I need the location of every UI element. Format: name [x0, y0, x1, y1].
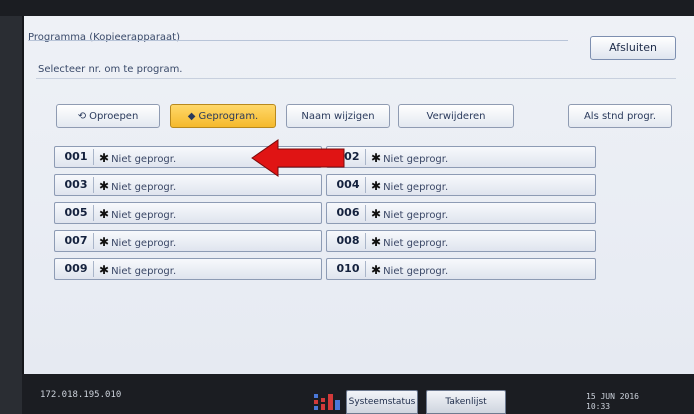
recall-button-label: Oproepen — [89, 111, 139, 122]
program-number: 006 — [331, 205, 366, 221]
recall-icon: ⟲ — [77, 111, 87, 122]
instruction-text: Selecteer nr. om te program. — [38, 64, 183, 75]
program-label: Niet geprogr. — [383, 182, 449, 193]
program-number: 001 — [59, 149, 94, 165]
title-divider — [28, 40, 568, 41]
program-number: 008 — [331, 233, 366, 249]
program-slot-005[interactable]: 005 ✱ Niet geprogr. — [54, 202, 322, 224]
unprogrammed-star-icon: ✱ — [371, 179, 382, 193]
time-text: 10:33 — [586, 402, 611, 411]
job-list-button[interactable]: Takenlijst — [426, 390, 506, 414]
window-title: Programma (Kopieerapparaat) — [28, 32, 181, 43]
program-label: Niet geprogr. — [111, 210, 177, 221]
program-label: Niet geprogr. — [111, 154, 177, 165]
ip-address: 172.018.195.010 — [40, 390, 122, 400]
program-slot-004[interactable]: 004 ✱ Niet geprogr. — [326, 174, 596, 196]
system-status-indicator-icon — [314, 394, 340, 410]
unprogrammed-star-icon: ✱ — [99, 207, 110, 221]
program-number: 003 — [59, 177, 94, 193]
program-label: Niet geprogr. — [111, 182, 177, 193]
program-icon: ◆ — [187, 111, 196, 122]
unprogrammed-star-icon: ✱ — [99, 151, 110, 165]
program-number: 007 — [59, 233, 94, 249]
program-button-label: Geprogram. — [198, 111, 259, 122]
close-button[interactable]: Afsluiten — [590, 36, 676, 60]
system-status-button[interactable]: Systeemstatus — [346, 390, 418, 414]
unprogrammed-star-icon: ✱ — [371, 151, 382, 165]
recall-button[interactable]: ⟲ Oproepen — [56, 104, 160, 128]
clock: 15 JUN 2016 10:33 — [586, 392, 639, 412]
program-number: 009 — [59, 261, 94, 277]
red-pointer-arrow-icon — [251, 139, 345, 177]
program-slot-002[interactable]: 002 ✱ Niet geprogr. — [326, 146, 596, 168]
set-default-button[interactable]: Als stnd progr. — [568, 104, 672, 128]
rename-button-label: Naam wijzigen — [301, 111, 375, 122]
delete-button[interactable]: Verwijderen — [398, 104, 514, 128]
program-label: Niet geprogr. — [111, 266, 177, 277]
date-text: 15 JUN 2016 — [586, 392, 639, 401]
program-slot-008[interactable]: 008 ✱ Niet geprogr. — [326, 230, 596, 252]
program-slot-009[interactable]: 009 ✱ Niet geprogr. — [54, 258, 322, 280]
program-label: Niet geprogr. — [111, 238, 177, 249]
program-label: Niet geprogr. — [383, 210, 449, 221]
instruction-divider — [36, 78, 676, 79]
delete-button-label: Verwijderen — [426, 111, 486, 122]
program-slot-006[interactable]: 006 ✱ Niet geprogr. — [326, 202, 596, 224]
unprogrammed-star-icon: ✱ — [371, 235, 382, 249]
program-button[interactable]: ◆ Geprogram. — [170, 104, 276, 128]
program-number: 005 — [59, 205, 94, 221]
program-label: Niet geprogr. — [383, 154, 449, 165]
program-label: Niet geprogr. — [383, 266, 449, 277]
set-default-button-label: Als stnd progr. — [583, 111, 657, 122]
device-bezel-top — [0, 0, 694, 16]
unprogrammed-star-icon: ✱ — [99, 263, 110, 277]
unprogrammed-star-icon: ✱ — [99, 179, 110, 193]
program-label: Niet geprogr. — [383, 238, 449, 249]
rename-button[interactable]: Naam wijzigen — [286, 104, 390, 128]
unprogrammed-star-icon: ✱ — [371, 263, 382, 277]
program-slot-010[interactable]: 010 ✱ Niet geprogr. — [326, 258, 596, 280]
unprogrammed-star-icon: ✱ — [99, 235, 110, 249]
unprogrammed-star-icon: ✱ — [371, 207, 382, 221]
program-slot-007[interactable]: 007 ✱ Niet geprogr. — [54, 230, 322, 252]
program-number: 010 — [331, 261, 366, 277]
program-number: 004 — [331, 177, 366, 193]
